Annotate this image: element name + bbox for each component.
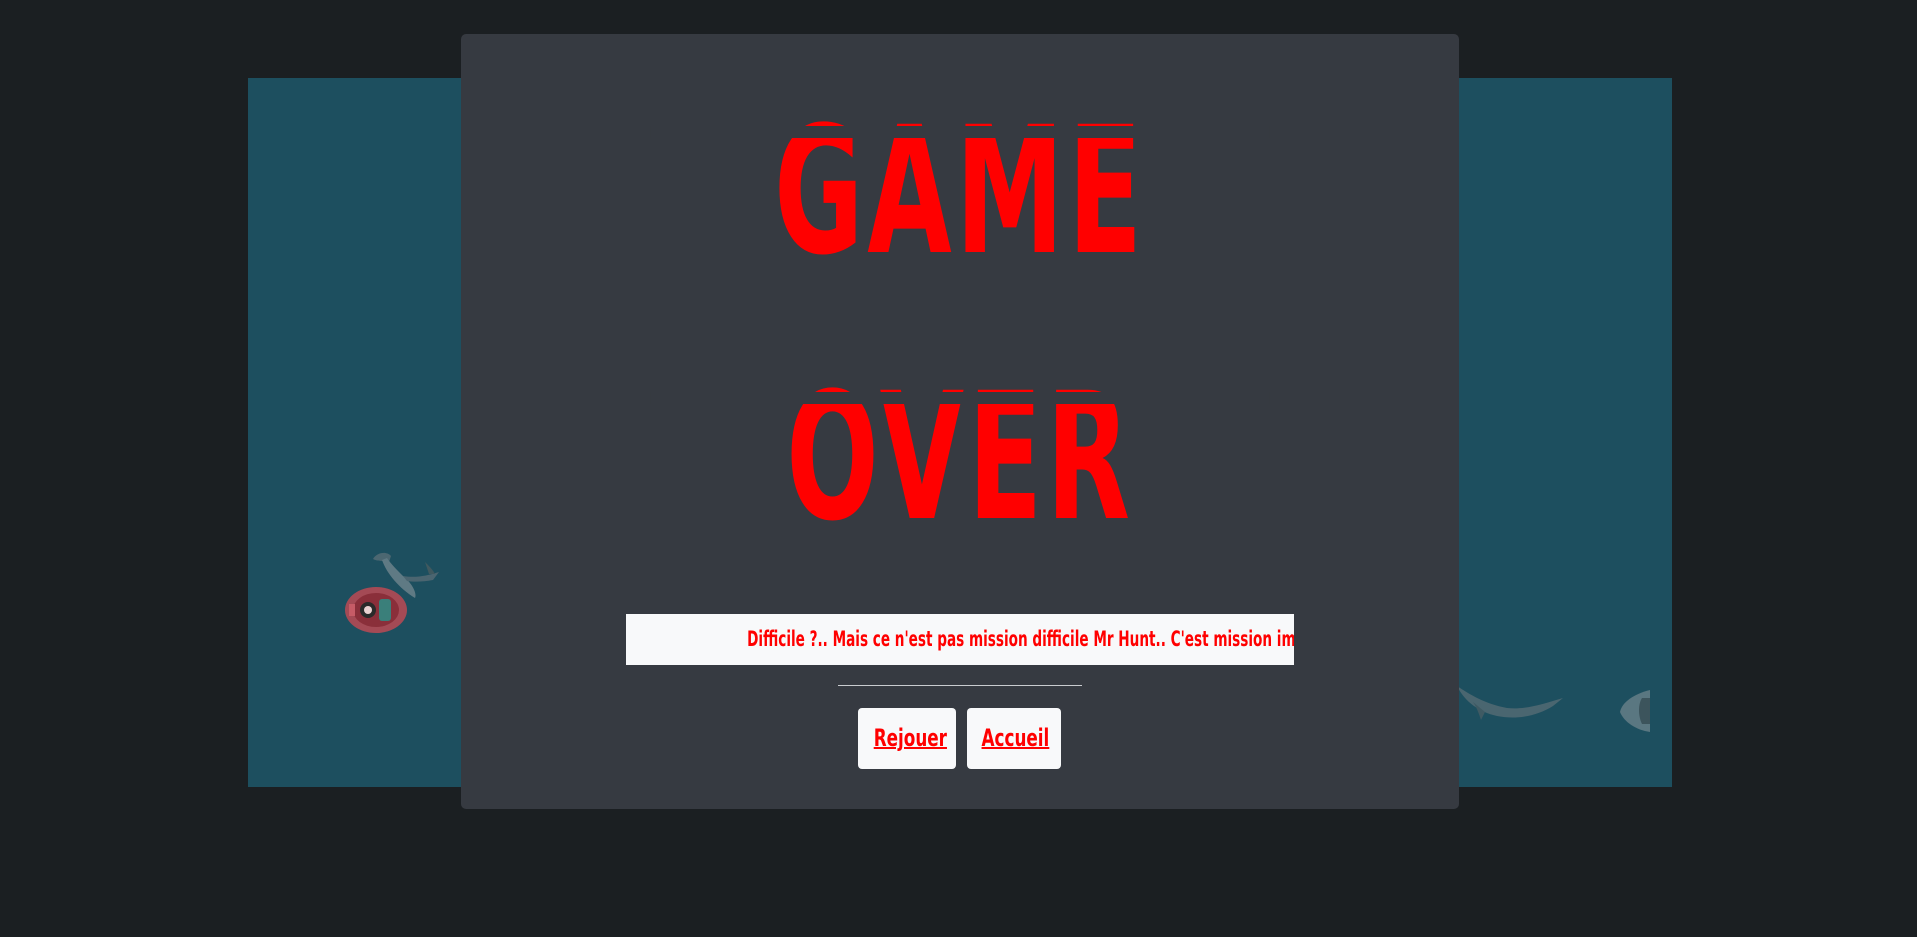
shark-icon: [1457, 686, 1563, 720]
divider: [838, 685, 1082, 686]
home-button-label: Accueil: [981, 724, 1050, 752]
game-over-title-game: GAME: [650, 104, 1270, 294]
game-over-modal: GAME OVER Difficile ?.. Mais ce n'est pa…: [461, 34, 1459, 809]
replay-button[interactable]: Rejouer: [858, 708, 956, 769]
player-boat-icon: [345, 587, 407, 633]
game-over-message-text: Difficile ?.. Mais ce n'est pas mission …: [747, 627, 1294, 651]
shark-icon: [1620, 690, 1650, 732]
game-over-message: Difficile ?.. Mais ce n'est pas mission …: [626, 614, 1294, 665]
home-button[interactable]: Accueil: [967, 708, 1061, 769]
replay-button-label: Rejouer: [873, 724, 947, 752]
game-over-title-over: OVER: [650, 370, 1270, 560]
